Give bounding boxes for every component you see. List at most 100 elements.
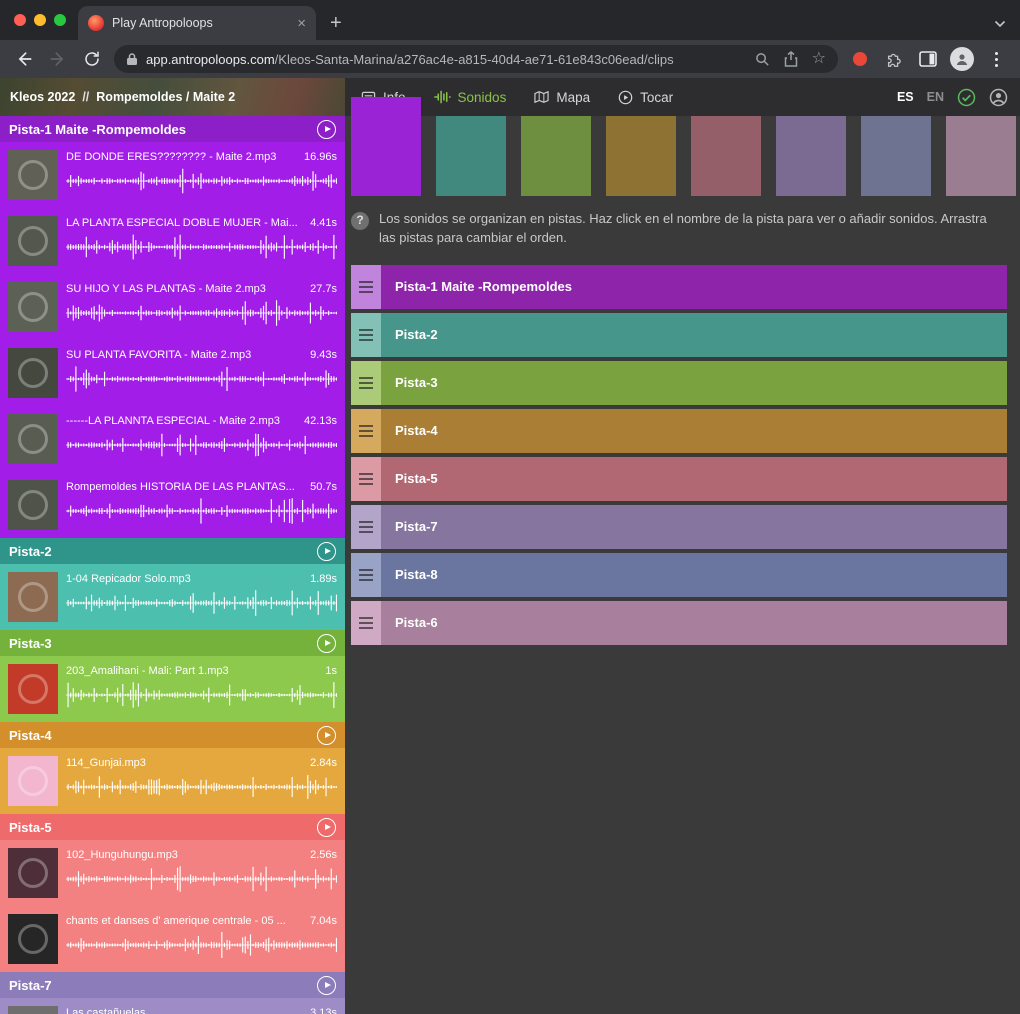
drag-handle[interactable] (351, 457, 381, 501)
tab-mapa[interactable]: Mapa (534, 90, 590, 105)
sidebar-track-header[interactable]: Pista-1 Maite -Rompemoldes (0, 116, 345, 142)
track-row[interactable]: Pista-5 (351, 457, 1007, 501)
sidebar-track-header[interactable]: Pista-5 (0, 814, 345, 840)
play-track-button[interactable] (317, 542, 336, 561)
play-icon (325, 732, 331, 738)
extensions-puzzle-icon[interactable] (882, 47, 906, 71)
drag-handle-icon (359, 329, 373, 341)
track-row-label: Pista-3 (381, 361, 1007, 405)
track-title: Pista-1 Maite -Rompemoldes (9, 122, 186, 137)
track-row-label: Pista-4 (381, 409, 1007, 453)
track-color-swatch-pista-7[interactable] (776, 116, 846, 196)
sidebar-track-section: Pista-1 Maite -Rompemoldes DE DONDE ERES… (0, 116, 345, 538)
profile-avatar[interactable] (950, 47, 974, 71)
audio-clip[interactable]: ------LA PLANNTA ESPECIAL - Maite 2.mp3 … (0, 406, 345, 472)
lang-es-button[interactable]: ES (897, 90, 914, 104)
clip-duration: 7.04s (310, 915, 337, 927)
sidebar-track-header[interactable]: Pista-2 (0, 538, 345, 564)
browser-window: Play Antropoloops × + app.antropoloops.c… (0, 0, 1020, 1014)
track-color-swatch-pista-2[interactable] (436, 116, 506, 196)
fullscreen-window-button[interactable] (54, 14, 66, 26)
audio-clip[interactable]: 1-04 Repicador Solo.mp3 1.89s (0, 564, 345, 630)
clip-title: 114_Gunjai.mp3 (66, 757, 304, 769)
clip-duration: 42.13s (304, 415, 337, 427)
account-icon[interactable] (989, 88, 1008, 107)
track-row[interactable]: Pista-1 Maite -Rompemoldes (351, 265, 1007, 309)
extension-record-icon[interactable] (848, 47, 872, 71)
drag-handle[interactable] (351, 265, 381, 309)
drag-handle[interactable] (351, 553, 381, 597)
nav-label: Sonidos (458, 90, 507, 105)
track-row[interactable]: Pista-8 (351, 553, 1007, 597)
browser-menu-icon[interactable] (984, 47, 1008, 71)
drag-handle-icon (359, 569, 373, 581)
track-row[interactable]: Pista-2 (351, 313, 1007, 357)
drag-handle[interactable] (351, 361, 381, 405)
forward-button[interactable] (46, 47, 70, 71)
clip-duration: 1.89s (310, 573, 337, 585)
address-bar[interactable]: app.antropoloops.com/Kleos-Santa-Marina/… (114, 45, 838, 73)
clip-thumbnail (8, 914, 58, 964)
audio-clip[interactable]: SU PLANTA FAVORITA - Maite 2.mp3 9.43s (0, 340, 345, 406)
drag-handle-icon (359, 617, 373, 629)
play-icon (325, 548, 331, 554)
url-domain: app.antropoloops.com (146, 52, 275, 67)
drag-handle[interactable] (351, 409, 381, 453)
play-track-button[interactable] (317, 634, 336, 653)
track-color-swatch-pista-5[interactable] (691, 116, 761, 196)
close-window-button[interactable] (14, 14, 26, 26)
sidebar-track-header[interactable]: Pista-4 (0, 722, 345, 748)
play-track-button[interactable] (317, 976, 336, 995)
waveform (66, 364, 337, 394)
tab-sonidos[interactable]: Sonidos (434, 90, 507, 105)
tab-search-chevron-icon[interactable] (994, 15, 1006, 33)
sidebar-track-header[interactable]: Pista-3 (0, 630, 345, 656)
drag-handle-icon (359, 281, 373, 293)
audio-clip[interactable]: 203_Amalihani - Mali: Part 1.mp3 1s (0, 656, 345, 722)
sidebar-track-section: Pista-7 Las castañuelas 3.13s (0, 972, 345, 1014)
side-panel-icon[interactable] (916, 47, 940, 71)
audio-clip[interactable]: Las castañuelas 3.13s (0, 998, 345, 1014)
drag-handle[interactable] (351, 505, 381, 549)
tab-tocar[interactable]: Tocar (618, 90, 673, 105)
track-color-swatch-pista-1[interactable] (351, 97, 421, 196)
track-color-swatch-pista-6[interactable] (946, 116, 1016, 196)
audio-clip[interactable]: chants et danses d' amerique centrale - … (0, 906, 345, 972)
play-icon (325, 126, 331, 132)
audio-clip[interactable]: 114_Gunjai.mp3 2.84s (0, 748, 345, 814)
breadcrumb[interactable]: Kleos 2022 // Rompemoldes / Maite 2 (0, 78, 345, 116)
track-row[interactable]: Pista-7 (351, 505, 1007, 549)
track-title: Pista-4 (9, 728, 52, 743)
sidebar-track-header[interactable]: Pista-7 (0, 972, 345, 998)
clip-title: 203_Amalihani - Mali: Part 1.mp3 (66, 665, 319, 677)
audio-clip[interactable]: Rompemoldes HISTORIA DE LAS PLANTAS... 5… (0, 472, 345, 538)
zoom-icon[interactable] (755, 52, 770, 67)
audio-clip[interactable]: SU HIJO Y LAS PLANTAS - Maite 2.mp3 27.7… (0, 274, 345, 340)
browser-tab[interactable]: Play Antropoloops × (78, 6, 316, 40)
audio-clip[interactable]: LA PLANTA ESPECIAL DOBLE MUJER - Mai... … (0, 208, 345, 274)
back-button[interactable] (12, 47, 36, 71)
clip-title: Las castañuelas (66, 1007, 304, 1014)
tab-close-icon[interactable]: × (297, 16, 306, 31)
minimize-window-button[interactable] (34, 14, 46, 26)
audio-clip[interactable]: 102_Hunguhungu.mp3 2.56s (0, 840, 345, 906)
track-row[interactable]: Pista-4 (351, 409, 1007, 453)
track-row[interactable]: Pista-6 (351, 601, 1007, 645)
track-row[interactable]: Pista-3 (351, 361, 1007, 405)
share-icon[interactable] (784, 51, 798, 67)
bookmark-star-icon[interactable]: ☆ (812, 51, 826, 67)
new-tab-button[interactable]: + (330, 13, 342, 33)
play-track-button[interactable] (317, 726, 336, 745)
reload-button[interactable] (80, 47, 104, 71)
audio-clip[interactable]: DE DONDE ERES???????? - Maite 2.mp3 16.9… (0, 142, 345, 208)
track-color-swatch-pista-8[interactable] (861, 116, 931, 196)
play-track-button[interactable] (317, 120, 336, 139)
track-color-swatch-pista-4[interactable] (606, 116, 676, 196)
waveform (66, 772, 337, 802)
drag-handle[interactable] (351, 313, 381, 357)
lang-en-button[interactable]: EN (927, 90, 944, 104)
drag-handle[interactable] (351, 601, 381, 645)
clip-thumbnail (8, 348, 58, 398)
track-color-swatch-pista-3[interactable] (521, 116, 591, 196)
play-track-button[interactable] (317, 818, 336, 837)
